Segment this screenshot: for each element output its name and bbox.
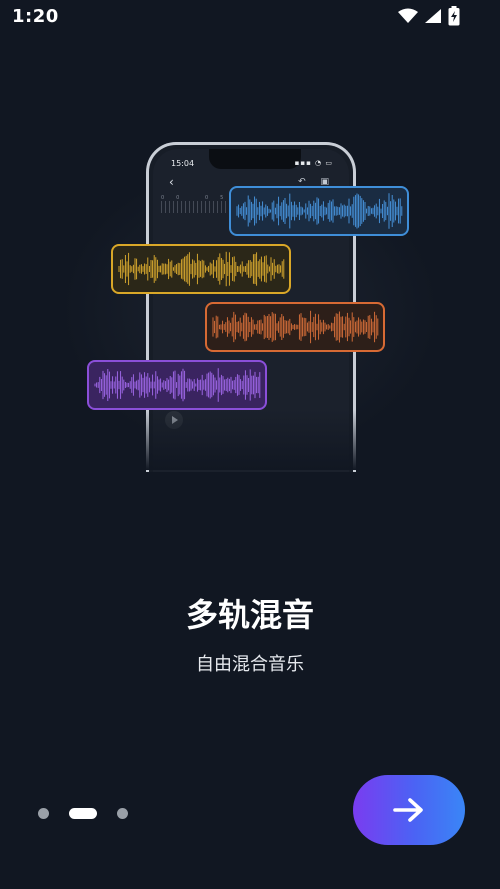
- waveform-icon: [236, 193, 403, 229]
- onboarding-subtitle: 自由混合音乐: [196, 654, 304, 675]
- phone-back-icon: ‹: [169, 175, 174, 189]
- waveform-track-yellow: [111, 244, 291, 294]
- cellular-signal-icon: [424, 8, 442, 24]
- waveform-track-purple: [87, 360, 267, 410]
- page-dot-2-active[interactable]: [69, 808, 97, 819]
- waveform-track-blue: [229, 186, 409, 236]
- phone-fade: [140, 410, 362, 470]
- phone-status-icons: ▪▪▪ ◔ ▭: [294, 159, 333, 167]
- phone-notch: [209, 149, 301, 169]
- arrow-right-icon: [393, 798, 423, 822]
- status-icons: [398, 6, 460, 26]
- phone-time: 15:04: [171, 159, 195, 168]
- multitrack-illustration: 15:04 ▪▪▪ ◔ ▭ ‹ ↶ ▣ 00 05 10 15: [0, 130, 500, 472]
- waveform-icon: [94, 368, 261, 402]
- next-button[interactable]: [353, 775, 465, 845]
- status-time: 1:20: [12, 6, 59, 27]
- waveform-icon: [212, 310, 379, 344]
- battery-charging-icon: [448, 6, 460, 26]
- waveform-track-orange: [205, 302, 385, 352]
- page-indicator: [38, 808, 128, 819]
- page-dot-3[interactable]: [117, 808, 128, 819]
- onboarding-title: 多轨混音: [185, 596, 314, 634]
- status-bar: 1:20: [0, 0, 500, 34]
- wifi-icon: [398, 8, 418, 24]
- waveform-icon: [118, 251, 285, 287]
- page-dot-1[interactable]: [38, 808, 49, 819]
